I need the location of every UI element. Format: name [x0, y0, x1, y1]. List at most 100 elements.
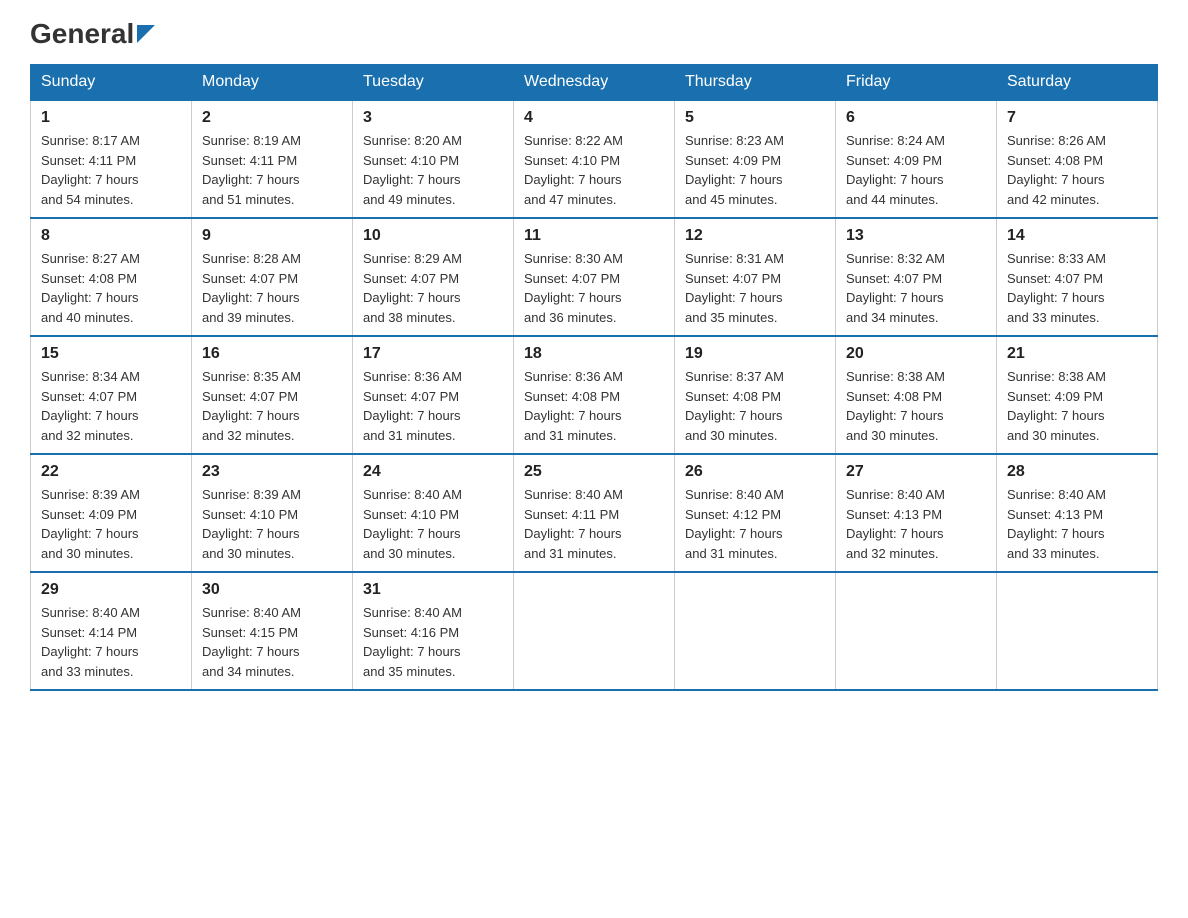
calendar-cell: 31 Sunrise: 8:40 AMSunset: 4:16 PMDayligh…: [353, 572, 514, 690]
day-info: Sunrise: 8:24 AMSunset: 4:09 PMDaylight:…: [846, 131, 986, 209]
day-info: Sunrise: 8:26 AMSunset: 4:08 PMDaylight:…: [1007, 131, 1147, 209]
day-number: 26: [685, 463, 825, 481]
calendar-week-row: 22 Sunrise: 8:39 AMSunset: 4:09 PMDayligh…: [31, 454, 1158, 572]
calendar-cell: 26 Sunrise: 8:40 AMSunset: 4:12 PMDayligh…: [675, 454, 836, 572]
day-number: 10: [363, 227, 503, 245]
calendar-cell: 27Sunrise: 8:40 AMSunset: 4:13 PMDayligh…: [836, 454, 997, 572]
day-info: Sunrise: 8:33 AMSunset: 4:07 PMDaylight:…: [1007, 249, 1147, 327]
day-info: Sunrise: 8:30 AMSunset: 4:07 PMDaylight:…: [524, 249, 664, 327]
calendar-cell: 11 Sunrise: 8:30 AMSunset: 4:07 PMDayligh…: [514, 218, 675, 336]
calendar-cell: 24 Sunrise: 8:40 AMSunset: 4:10 PMDayligh…: [353, 454, 514, 572]
column-header-friday: Friday: [836, 65, 997, 101]
day-number: 2: [202, 109, 342, 127]
day-number: 22: [41, 463, 181, 481]
day-info: Sunrise: 8:38 AMSunset: 4:09 PMDaylight:…: [1007, 367, 1147, 445]
day-number: 19: [685, 345, 825, 363]
day-number: 29: [41, 581, 181, 599]
day-number: 27: [846, 463, 986, 481]
day-number: 11: [524, 227, 664, 245]
day-info: Sunrise: 8:34 AMSunset: 4:07 PMDaylight:…: [41, 367, 181, 445]
page-header: General: [30, 20, 1158, 44]
day-number: 6: [846, 109, 986, 127]
day-info: Sunrise: 8:27 AMSunset: 4:08 PMDaylight:…: [41, 249, 181, 327]
day-number: 18: [524, 345, 664, 363]
day-info: Sunrise: 8:40 AMSunset: 4:15 PMDaylight:…: [202, 603, 342, 681]
day-number: 23: [202, 463, 342, 481]
day-info: Sunrise: 8:31 AMSunset: 4:07 PMDaylight:…: [685, 249, 825, 327]
calendar-table: SundayMondayTuesdayWednesdayThursdayFrid…: [30, 64, 1158, 691]
logo: General: [30, 20, 155, 44]
calendar-cell: 2 Sunrise: 8:19 AMSunset: 4:11 PMDaylight…: [192, 100, 353, 218]
day-number: 28: [1007, 463, 1147, 481]
calendar-week-row: 29Sunrise: 8:40 AMSunset: 4:14 PMDayligh…: [31, 572, 1158, 690]
calendar-cell: 14 Sunrise: 8:33 AMSunset: 4:07 PMDayligh…: [997, 218, 1158, 336]
calendar-cell: 18Sunrise: 8:36 AMSunset: 4:08 PMDayligh…: [514, 336, 675, 454]
day-number: 5: [685, 109, 825, 127]
calendar-cell: 23 Sunrise: 8:39 AMSunset: 4:10 PMDayligh…: [192, 454, 353, 572]
day-number: 31: [363, 581, 503, 599]
day-number: 3: [363, 109, 503, 127]
day-number: 8: [41, 227, 181, 245]
calendar-header-row: SundayMondayTuesdayWednesdayThursdayFrid…: [31, 65, 1158, 101]
day-number: 15: [41, 345, 181, 363]
calendar-cell: 28 Sunrise: 8:40 AMSunset: 4:13 PMDayligh…: [997, 454, 1158, 572]
day-info: Sunrise: 8:29 AMSunset: 4:07 PMDaylight:…: [363, 249, 503, 327]
calendar-week-row: 8 Sunrise: 8:27 AMSunset: 4:08 PMDaylight…: [31, 218, 1158, 336]
calendar-cell: 1 Sunrise: 8:17 AMSunset: 4:11 PMDaylight…: [31, 100, 192, 218]
calendar-cell: 10 Sunrise: 8:29 AMSunset: 4:07 PMDayligh…: [353, 218, 514, 336]
day-number: 13: [846, 227, 986, 245]
day-number: 17: [363, 345, 503, 363]
day-info: Sunrise: 8:40 AMSunset: 4:16 PMDaylight:…: [363, 603, 503, 681]
day-number: 30: [202, 581, 342, 599]
calendar-cell: 15 Sunrise: 8:34 AMSunset: 4:07 PMDayligh…: [31, 336, 192, 454]
calendar-cell: 8 Sunrise: 8:27 AMSunset: 4:08 PMDaylight…: [31, 218, 192, 336]
day-info: Sunrise: 8:40 AMSunset: 4:12 PMDaylight:…: [685, 485, 825, 563]
calendar-cell: 20 Sunrise: 8:38 AMSunset: 4:08 PMDayligh…: [836, 336, 997, 454]
day-info: Sunrise: 8:28 AMSunset: 4:07 PMDaylight:…: [202, 249, 342, 327]
day-number: 24: [363, 463, 503, 481]
column-header-thursday: Thursday: [675, 65, 836, 101]
column-header-monday: Monday: [192, 65, 353, 101]
column-header-wednesday: Wednesday: [514, 65, 675, 101]
calendar-cell: 16 Sunrise: 8:35 AMSunset: 4:07 PMDayligh…: [192, 336, 353, 454]
calendar-cell: 4Sunrise: 8:22 AMSunset: 4:10 PMDaylight…: [514, 100, 675, 218]
column-header-sunday: Sunday: [31, 65, 192, 101]
calendar-cell: 29Sunrise: 8:40 AMSunset: 4:14 PMDayligh…: [31, 572, 192, 690]
calendar-cell: 17 Sunrise: 8:36 AMSunset: 4:07 PMDayligh…: [353, 336, 514, 454]
day-number: 1: [41, 109, 181, 127]
calendar-cell: 6 Sunrise: 8:24 AMSunset: 4:09 PMDaylight…: [836, 100, 997, 218]
day-info: Sunrise: 8:40 AMSunset: 4:11 PMDaylight:…: [524, 485, 664, 563]
day-info: Sunrise: 8:40 AMSunset: 4:13 PMDaylight:…: [1007, 485, 1147, 563]
day-number: 4: [524, 109, 664, 127]
column-header-saturday: Saturday: [997, 65, 1158, 101]
day-number: 20: [846, 345, 986, 363]
calendar-cell: 25 Sunrise: 8:40 AMSunset: 4:11 PMDayligh…: [514, 454, 675, 572]
day-number: 16: [202, 345, 342, 363]
day-number: 25: [524, 463, 664, 481]
calendar-week-row: 1 Sunrise: 8:17 AMSunset: 4:11 PMDaylight…: [31, 100, 1158, 218]
calendar-cell: 22 Sunrise: 8:39 AMSunset: 4:09 PMDayligh…: [31, 454, 192, 572]
calendar-cell: 21 Sunrise: 8:38 AMSunset: 4:09 PMDayligh…: [997, 336, 1158, 454]
calendar-cell: 12Sunrise: 8:31 AMSunset: 4:07 PMDayligh…: [675, 218, 836, 336]
day-info: Sunrise: 8:38 AMSunset: 4:08 PMDaylight:…: [846, 367, 986, 445]
day-info: Sunrise: 8:17 AMSunset: 4:11 PMDaylight:…: [41, 131, 181, 209]
day-info: Sunrise: 8:20 AMSunset: 4:10 PMDaylight:…: [363, 131, 503, 209]
logo-general-text: General: [30, 20, 134, 48]
day-info: Sunrise: 8:40 AMSunset: 4:10 PMDaylight:…: [363, 485, 503, 563]
calendar-week-row: 15 Sunrise: 8:34 AMSunset: 4:07 PMDayligh…: [31, 336, 1158, 454]
calendar-cell: [997, 572, 1158, 690]
calendar-cell: [675, 572, 836, 690]
day-info: Sunrise: 8:39 AMSunset: 4:10 PMDaylight:…: [202, 485, 342, 563]
day-number: 9: [202, 227, 342, 245]
day-number: 14: [1007, 227, 1147, 245]
day-info: Sunrise: 8:39 AMSunset: 4:09 PMDaylight:…: [41, 485, 181, 563]
day-info: Sunrise: 8:23 AMSunset: 4:09 PMDaylight:…: [685, 131, 825, 209]
day-info: Sunrise: 8:19 AMSunset: 4:11 PMDaylight:…: [202, 131, 342, 209]
calendar-cell: 3 Sunrise: 8:20 AMSunset: 4:10 PMDaylight…: [353, 100, 514, 218]
day-info: Sunrise: 8:32 AMSunset: 4:07 PMDaylight:…: [846, 249, 986, 327]
calendar-cell: 30 Sunrise: 8:40 AMSunset: 4:15 PMDayligh…: [192, 572, 353, 690]
column-header-tuesday: Tuesday: [353, 65, 514, 101]
day-info: Sunrise: 8:36 AMSunset: 4:07 PMDaylight:…: [363, 367, 503, 445]
day-info: Sunrise: 8:35 AMSunset: 4:07 PMDaylight:…: [202, 367, 342, 445]
day-number: 21: [1007, 345, 1147, 363]
